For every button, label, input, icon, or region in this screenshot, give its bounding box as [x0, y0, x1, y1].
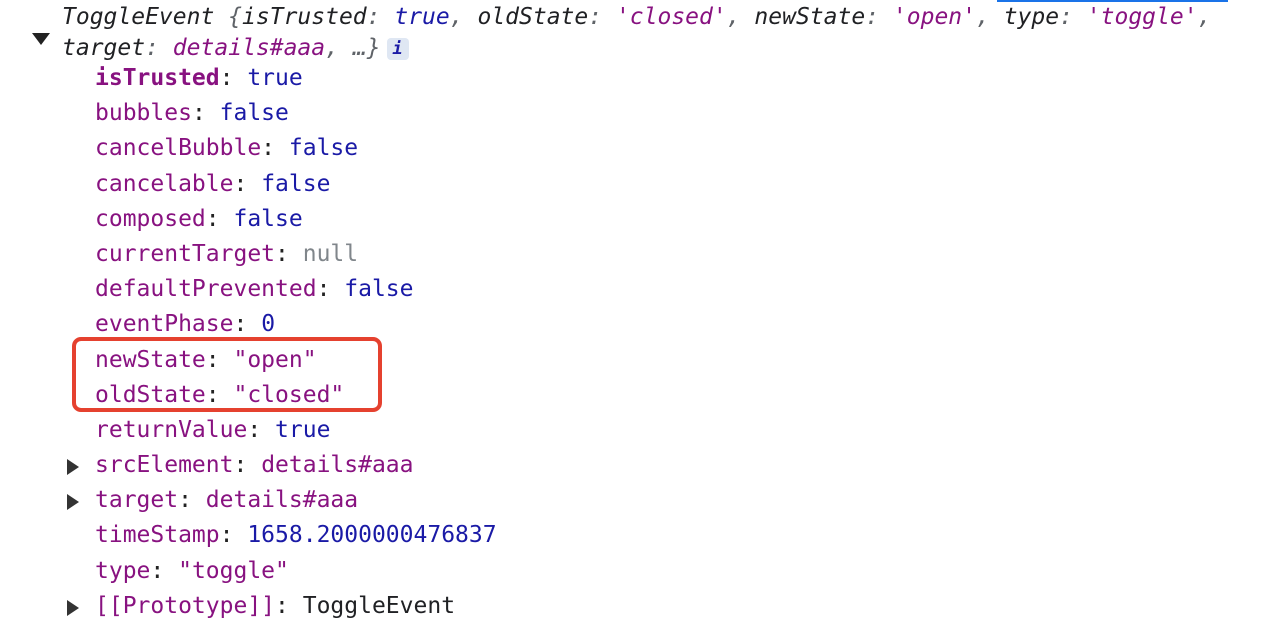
collapse-arrow-icon[interactable]: [32, 33, 50, 45]
property-content: oldState: "closed": [95, 381, 345, 408]
property-key: type: [95, 557, 151, 584]
property-content: newState: "open": [95, 346, 317, 373]
property-key: timeStamp: [95, 522, 220, 549]
preview-ellipsis: …: [352, 35, 367, 61]
property-content: defaultPrevented: false: [95, 276, 414, 303]
property-row-cancelbubble: cancelBubble: false: [0, 131, 1288, 166]
property-value: 0: [261, 311, 276, 338]
property-value: "closed": [233, 381, 345, 408]
property-row-returnvalue: returnValue: true: [0, 413, 1288, 448]
preview-value: 'open': [892, 4, 976, 30]
property-content: type: "toggle": [95, 557, 289, 584]
info-icon[interactable]: i: [386, 38, 409, 60]
property-row-bubbles: bubbles: false: [0, 96, 1288, 131]
preview-value: details#aaa: [172, 35, 326, 61]
property-row-oldstate: oldState: "closed": [0, 378, 1288, 413]
preview-key: newState: [754, 4, 866, 30]
property-value: "toggle": [178, 557, 289, 584]
property-value: false: [219, 100, 289, 127]
preview-key: oldState: [477, 4, 589, 30]
property-row-newstate: newState: "open": [0, 343, 1288, 378]
property-key: bubbles: [95, 100, 192, 127]
property-value: true: [247, 65, 303, 91]
property-value[interactable]: details#aaa: [261, 452, 413, 478]
property-value: false: [288, 135, 359, 162]
property-value: false: [233, 205, 303, 232]
property-key: oldState: [95, 381, 206, 408]
property-key: target: [95, 487, 179, 514]
property-row-currenttarget: currentTarget: null: [0, 237, 1288, 272]
property-row-prototype[interactable]: [[Prototype]]: ToggleEvent: [0, 589, 1288, 624]
property-list: isTrusted: true bubbles: false cancelBubbl…: [0, 61, 1288, 624]
property-content: timeStamp: 1658.2000000476837: [95, 522, 497, 549]
property-row-timestamp: timeStamp: 1658.2000000476837: [0, 518, 1288, 553]
property-value: true: [275, 416, 331, 443]
property-row-srcelement[interactable]: srcElement: details#aaa: [0, 448, 1288, 483]
property-row-eventphase: eventPhase: 0: [0, 307, 1288, 342]
preview-key: isTrusted: [242, 4, 367, 30]
property-key: newState: [95, 346, 206, 373]
property-row-composed: composed: false: [0, 202, 1288, 237]
property-value: "open": [233, 346, 317, 373]
property-content: bubbles: false: [95, 100, 289, 127]
preview-class-name: ToggleEvent: [62, 4, 215, 30]
property-content: composed: false: [95, 205, 303, 232]
property-content: target: details#aaa: [95, 487, 359, 514]
expand-arrow-icon[interactable]: [67, 599, 79, 616]
property-row-defaultprevented: defaultPrevented: false: [0, 272, 1288, 307]
property-value: ToggleEvent: [302, 592, 456, 619]
property-content: cancelable: false: [95, 170, 331, 197]
property-key: cancelBubble: [95, 135, 262, 162]
preview-value: 'closed': [615, 4, 727, 30]
property-key: eventPhase: [95, 311, 234, 338]
property-content: returnValue: true: [95, 416, 331, 443]
preview-key: type: [1003, 4, 1060, 30]
object-preview[interactable]: ToggleEvent {isTrusted: true, oldState: …: [62, 2, 1237, 64]
property-value: false: [344, 276, 414, 303]
property-key: [[Prototype]]: [95, 592, 276, 619]
property-key: composed: [95, 205, 206, 232]
property-value: null: [302, 240, 359, 267]
property-content: currentTarget: null: [95, 240, 359, 267]
property-key: defaultPrevented: [95, 276, 317, 303]
property-row-target[interactable]: target: details#aaa: [0, 483, 1288, 518]
property-key: srcElement: [95, 452, 234, 479]
preview-value: true: [394, 4, 450, 30]
property-content: cancelBubble: false: [95, 135, 359, 162]
expand-arrow-icon[interactable]: [67, 459, 79, 476]
property-content: isTrusted: true: [95, 65, 303, 91]
property-row-istrusted: isTrusted: true: [0, 61, 1288, 96]
property-content: [[Prototype]]: ToggleEvent: [95, 592, 456, 619]
property-row-cancelable: cancelable: false: [0, 167, 1288, 202]
property-row-type: type: "toggle": [0, 554, 1288, 589]
expand-arrow-icon[interactable]: [67, 494, 79, 511]
property-value[interactable]: details#aaa: [206, 487, 358, 513]
property-key: returnValue: [95, 416, 248, 443]
property-key: cancelable: [95, 170, 234, 197]
property-value: 1658.2000000476837: [247, 522, 497, 549]
preview-key: target: [62, 35, 146, 61]
property-content: eventPhase: 0: [95, 311, 276, 338]
preview-value: 'toggle': [1086, 4, 1198, 30]
property-key: isTrusted: [95, 65, 220, 91]
property-content: srcElement: details#aaa: [95, 452, 414, 479]
property-key: currentTarget: [95, 240, 276, 267]
property-value: false: [261, 170, 331, 197]
